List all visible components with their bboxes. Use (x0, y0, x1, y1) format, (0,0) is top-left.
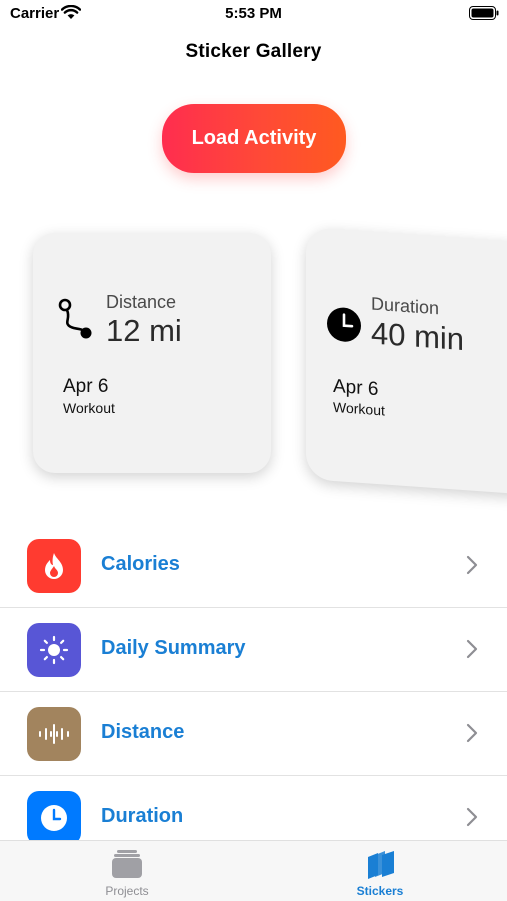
list-item-label: Calories (101, 553, 180, 575)
card-metric-label: Distance (106, 292, 177, 312)
stickers-icon (368, 851, 394, 879)
chevron-right-icon (466, 807, 478, 827)
clock-icon (27, 791, 81, 845)
duration-sticker-card[interactable]: Duration 40 min Apr 6 Workout (306, 227, 507, 496)
status-bar: Carrier 5:53 PM (0, 0, 507, 28)
card-subtitle: Workout (63, 400, 115, 416)
battery-icon (469, 6, 499, 20)
chevron-right-icon (466, 555, 478, 575)
tab-bar: Projects Stickers (0, 840, 507, 901)
route-icon (58, 298, 92, 339)
clock-icon (327, 307, 361, 342)
tab-projects[interactable]: Projects (0, 841, 254, 901)
waveform-icon (27, 707, 81, 761)
sticker-list: Calories Daily Summary Distance Duration (0, 524, 507, 860)
chevron-right-icon (466, 639, 478, 659)
chevron-right-icon (466, 723, 478, 743)
card-metric-value: 12 mi (106, 313, 182, 348)
status-time: 5:53 PM (225, 5, 282, 22)
folder-stack-icon (112, 850, 142, 878)
tab-stickers[interactable]: Stickers (253, 841, 507, 901)
list-item-distance[interactable]: Distance (0, 692, 507, 776)
tab-label: Stickers (356, 884, 404, 898)
load-activity-button[interactable]: Load Activity (162, 104, 346, 173)
list-item-label: Duration (101, 805, 184, 827)
card-metric-value: 40 min (371, 315, 465, 358)
card-subtitle: Workout (333, 398, 385, 419)
sun-icon (27, 623, 81, 677)
page-title: Sticker Gallery (185, 41, 322, 62)
list-item-calories[interactable]: Calories (0, 524, 507, 608)
list-item-daily-summary[interactable]: Daily Summary (0, 608, 507, 692)
list-item-label: Daily Summary (101, 637, 246, 659)
distance-sticker-card[interactable]: Distance 12 mi Apr 6 Workout (33, 233, 271, 473)
list-item-label: Distance (101, 721, 185, 743)
card-date: Apr 6 (333, 375, 379, 401)
tab-label: Projects (105, 884, 149, 898)
card-date: Apr 6 (63, 376, 109, 397)
flame-icon (27, 539, 81, 593)
